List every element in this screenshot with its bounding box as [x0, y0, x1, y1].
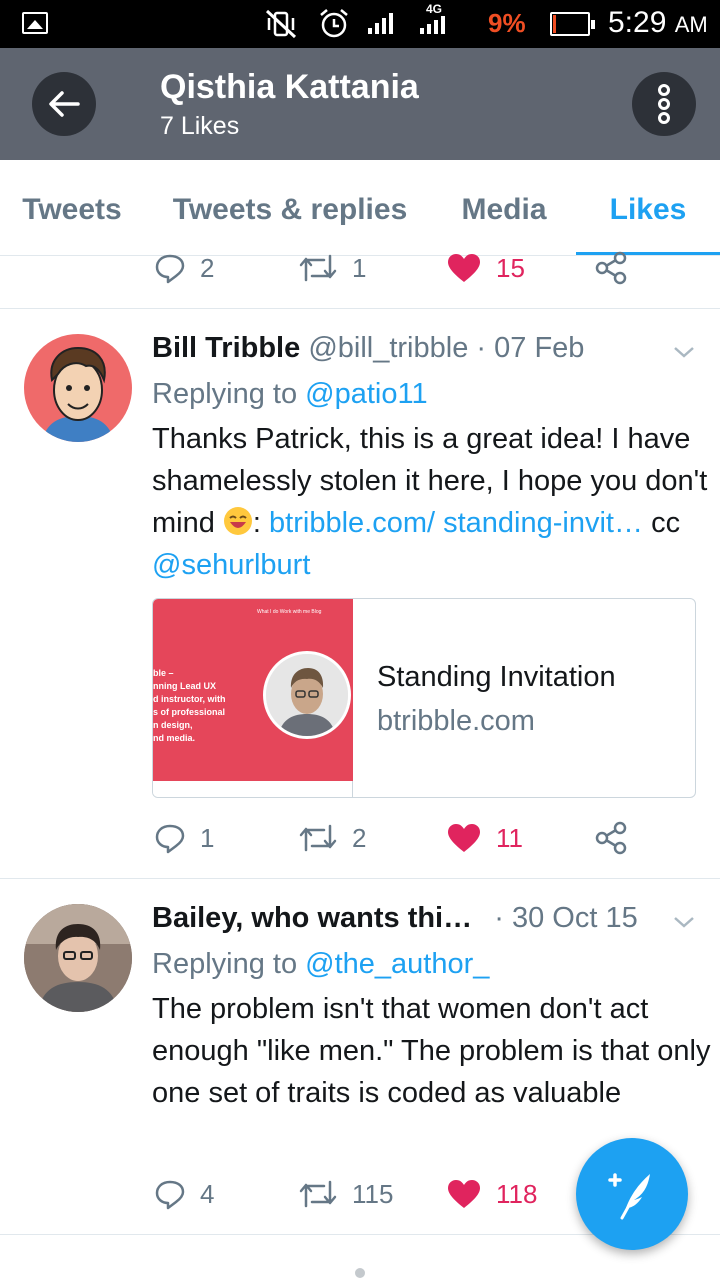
tweet-text: The problem isn't that women don't act e… — [152, 993, 711, 1109]
author-handle[interactable]: @bill_tribble — [308, 332, 468, 364]
alarm-icon — [320, 9, 348, 38]
share-button[interactable] — [594, 248, 628, 288]
retweet-icon — [299, 254, 337, 282]
page-indicator — [355, 1268, 365, 1278]
card-thumbnail: What I do Work with me Blog ble – nning … — [153, 599, 353, 797]
reply-button[interactable]: 2 — [154, 248, 214, 288]
link-preview-card[interactable]: What I do Work with me Blog ble – nning … — [152, 598, 696, 798]
reply-icon — [155, 1180, 185, 1210]
more-vertical-icon — [658, 84, 670, 124]
retweet-icon — [299, 824, 337, 852]
card-title: Standing Invitation — [377, 661, 616, 693]
reply-icon — [155, 254, 185, 284]
retweet-button[interactable]: 2 — [298, 818, 366, 858]
avatar-illustration — [42, 346, 114, 442]
arrow-left-icon — [49, 91, 80, 117]
tab-tweets[interactable]: Tweets — [0, 160, 144, 256]
share-icon — [595, 251, 627, 285]
tab-likes[interactable]: Likes — [576, 160, 720, 256]
tweet-text: Thanks Patrick, this is a great idea! I … — [152, 423, 708, 581]
retweet-button[interactable]: 1 — [298, 248, 366, 288]
card-domain: btribble.com — [377, 705, 535, 737]
card-image-text: ble – nning Lead UX d instructor, with s… — [153, 668, 226, 743]
back-button[interactable] — [32, 72, 96, 136]
card-image-nav: What I do Work with me Blog — [257, 609, 322, 615]
heart-filled-icon — [448, 824, 480, 852]
card-portrait — [263, 651, 351, 739]
tab-tweets-replies[interactable]: Tweets & replies — [152, 160, 428, 256]
avatar-photo — [24, 904, 132, 1012]
grinning-emoji-icon — [223, 507, 252, 535]
status-bar: 4G 9% 5:29 AM — [0, 0, 720, 48]
gallery-icon — [22, 12, 48, 34]
like-button[interactable]: 11 — [446, 818, 523, 858]
tweet-mention-link[interactable]: @sehurlburt — [152, 549, 310, 581]
heart-filled-icon — [448, 254, 480, 282]
chevron-down-icon[interactable] — [672, 914, 696, 930]
signal-icon — [368, 13, 393, 34]
tweet-actions: 1 2 11 — [0, 818, 720, 858]
battery-icon — [550, 12, 595, 36]
tweet-header: Bill Tribble @bill_tribble · 07 Feb — [152, 332, 585, 364]
tab-media[interactable]: Media — [440, 160, 568, 256]
chevron-down-icon[interactable] — [672, 344, 696, 360]
battery-percent: 9% — [488, 8, 526, 38]
author-name[interactable]: Bill Tribble — [152, 332, 300, 364]
share-icon — [595, 821, 627, 855]
replying-to: Replying to @patio11 — [152, 378, 428, 410]
tweet-divider — [0, 878, 720, 879]
heart-filled-icon — [448, 1180, 480, 1208]
profile-header: Qisthia Kattania 7 Likes — [0, 48, 720, 160]
tweet-header: Bailey, who wants thi… · 30 Oct 15 — [152, 902, 638, 934]
avatar[interactable] — [24, 334, 132, 442]
replying-to: Replying to @the_author_ — [152, 948, 490, 980]
retweet-button[interactable]: 115 — [298, 1174, 393, 1214]
retweet-icon — [299, 1180, 337, 1208]
profile-name: Qisthia Kattania — [160, 68, 419, 106]
tweet-date: 30 Oct 15 — [511, 902, 638, 934]
like-button[interactable]: 15 — [446, 248, 525, 288]
tweet-actions: 2 1 15 — [0, 248, 720, 288]
tweet-link[interactable]: btribble.com/ standing-invit… — [269, 507, 643, 539]
like-button[interactable]: 118 — [446, 1174, 537, 1214]
avatar[interactable] — [24, 904, 132, 1012]
reply-icon — [155, 824, 185, 854]
compose-tweet-button[interactable] — [576, 1138, 688, 1250]
reply-button[interactable]: 4 — [154, 1174, 214, 1214]
clock: 5:29 AM — [608, 6, 708, 39]
profile-tabs: Tweets Tweets & replies Media Likes — [0, 160, 720, 256]
compose-feather-icon — [608, 1173, 650, 1220]
signal-4g-icon — [420, 16, 445, 34]
reply-mention-link[interactable]: @patio11 — [305, 378, 427, 410]
tweet-date: 07 Feb — [494, 332, 585, 364]
vibrate-off-icon — [265, 9, 297, 39]
reply-mention-link[interactable]: @the_author_ — [305, 948, 489, 980]
tweet-divider — [0, 308, 720, 309]
reply-button[interactable]: 1 — [154, 818, 214, 858]
more-options-button[interactable] — [632, 72, 696, 136]
share-button[interactable] — [594, 818, 628, 858]
likes-count: 7 Likes — [160, 112, 240, 140]
author-name[interactable]: Bailey, who wants thi… — [152, 902, 472, 934]
